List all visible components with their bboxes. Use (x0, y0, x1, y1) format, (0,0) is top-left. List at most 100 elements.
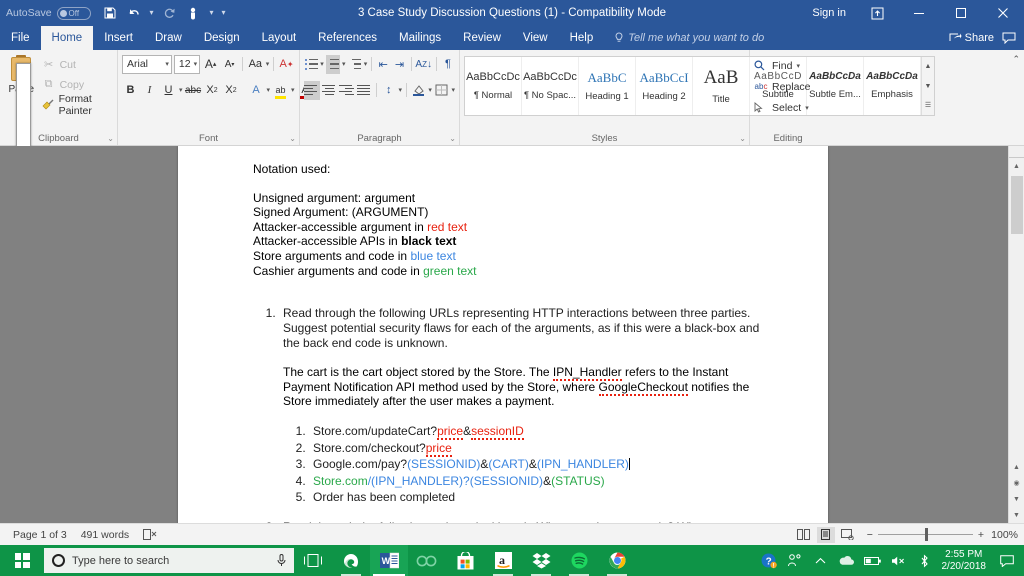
tab-references[interactable]: References (307, 26, 388, 50)
office-icon[interactable] (408, 545, 446, 576)
customize-qat-icon[interactable]: ▾ (219, 2, 229, 24)
autosave-toggle[interactable]: AutoSave Off (6, 6, 91, 20)
underline-button[interactable]: U (160, 81, 177, 100)
styles-dialog-launcher[interactable]: ⌄ (739, 134, 746, 143)
scroll-down-icon[interactable]: ▼ (1008, 507, 1024, 523)
touch-mode-icon[interactable] (183, 2, 205, 24)
scrollbar-thumb[interactable] (1010, 176, 1023, 234)
styles-gallery-scroll[interactable]: ▲ ▼ ☰ (921, 57, 934, 115)
numbering-dropdown-icon[interactable]: ▾ (342, 60, 346, 68)
dropbox-icon[interactable] (522, 545, 560, 576)
align-center-button[interactable] (321, 81, 338, 100)
align-right-button[interactable] (339, 81, 355, 100)
shading-dropdown-icon[interactable]: ▾ (428, 86, 432, 94)
page-indicator[interactable]: Page 1 of 3 (6, 529, 74, 541)
touch-mode-dropdown-icon[interactable]: ▾ (207, 2, 217, 24)
start-button[interactable] (0, 545, 44, 576)
find-button[interactable]: Find ▾ (754, 56, 822, 75)
styles-more-icon[interactable]: ☰ (922, 96, 934, 115)
spotify-icon[interactable] (560, 545, 598, 576)
word-icon[interactable]: W (370, 545, 408, 576)
zoom-slider[interactable]: − + (861, 528, 984, 541)
line-spacing-dropdown-icon[interactable]: ▾ (398, 86, 402, 94)
shading-button[interactable] (411, 81, 427, 100)
strikethrough-button[interactable]: abc (185, 81, 202, 100)
replace-button[interactable]: abc Replace (754, 77, 822, 96)
tell-me-search[interactable]: Tell me what you want to do (604, 26, 764, 50)
multilevel-dropdown-icon[interactable]: ▾ (364, 60, 368, 68)
action-center-icon[interactable] (994, 554, 1020, 567)
scroll-up-icon[interactable]: ▲ (1008, 158, 1024, 174)
select-button[interactable]: Select ▾ (754, 98, 822, 117)
highlight-dropdown-icon[interactable]: ▾ (291, 86, 295, 94)
print-layout-button[interactable] (816, 526, 835, 543)
underline-dropdown-icon[interactable]: ▾ (179, 86, 183, 94)
vertical-scrollbar[interactable]: ▲ ▲ ◉ ▼ ▼ (1008, 146, 1024, 523)
font-name-combo[interactable]: Arial ▾ (122, 54, 172, 74)
help-support-icon[interactable]: ?! (756, 545, 782, 576)
ribbon-display-options-icon[interactable] (856, 0, 898, 26)
decrease-indent-button[interactable]: ⇤ (376, 55, 390, 74)
style-title[interactable]: AaB Title (693, 57, 750, 115)
cut-button[interactable]: ✂ Cut (39, 56, 113, 73)
autosave-switch[interactable]: Off (56, 6, 91, 20)
align-left-button[interactable] (304, 80, 320, 100)
line-spacing-button[interactable]: ↕ (381, 81, 397, 100)
undo-icon[interactable] (123, 2, 145, 24)
style-heading-2[interactable]: AaBbCcI Heading 2 (636, 57, 693, 115)
paste-button[interactable]: Paste ▾ (4, 53, 39, 481)
tab-draw[interactable]: Draw (144, 26, 193, 50)
comments-icon[interactable] (1002, 32, 1016, 44)
tab-insert[interactable]: Insert (93, 26, 144, 50)
amazon-icon[interactable]: a (484, 545, 522, 576)
maximize-button[interactable] (940, 0, 982, 26)
redo-icon[interactable] (159, 2, 181, 24)
clear-formatting-icon[interactable]: A ✦ (278, 55, 295, 74)
onedrive-icon[interactable] (834, 545, 860, 576)
change-case-button[interactable]: Aa (247, 55, 264, 74)
minimize-button[interactable] (898, 0, 940, 26)
sign-in-button[interactable]: Sign in (802, 7, 856, 19)
italic-button[interactable]: I (141, 81, 158, 100)
cortana-mic-icon[interactable] (277, 554, 286, 567)
copy-button[interactable]: ⧉ Copy (39, 76, 113, 93)
tab-home[interactable]: Home (40, 26, 94, 50)
task-view-icon[interactable] (294, 545, 332, 576)
browse-object-icon[interactable]: ◉ (1008, 475, 1024, 491)
read-mode-button[interactable] (795, 527, 813, 543)
scroll-up-icon[interactable]: ▲ (922, 57, 934, 76)
text-highlight-button[interactable]: ab (272, 81, 289, 100)
google-chrome-icon[interactable] (598, 545, 636, 576)
subscript-button[interactable]: X2 (204, 81, 221, 100)
proofing-errors-icon[interactable] (136, 529, 164, 540)
bullets-button[interactable] (304, 55, 318, 74)
format-painter-button[interactable]: Format Painter (39, 93, 113, 117)
microsoft-store-icon[interactable] (446, 545, 484, 576)
bluetooth-icon[interactable] (912, 545, 938, 576)
split-window-handle[interactable] (1008, 146, 1024, 158)
bullets-dropdown-icon[interactable]: ▾ (320, 60, 324, 68)
superscript-button[interactable]: X2 (223, 81, 240, 100)
find-dropdown-icon[interactable]: ▾ (796, 62, 800, 70)
sort-button[interactable]: A Z ↓ (415, 55, 432, 74)
style-normal[interactable]: AaBbCcDc ¶ Normal (465, 57, 522, 115)
zoom-out-button[interactable]: − (867, 529, 873, 541)
tab-layout[interactable]: Layout (251, 26, 308, 50)
save-icon[interactable] (99, 2, 121, 24)
tab-view[interactable]: View (512, 26, 559, 50)
zoom-knob[interactable] (924, 528, 928, 541)
show-formatting-marks-button[interactable]: ¶ (441, 55, 455, 74)
grow-font-button[interactable]: A ▴ (202, 55, 219, 74)
tab-file[interactable]: File (0, 26, 41, 50)
tab-help[interactable]: Help (559, 26, 605, 50)
bold-button[interactable]: B (122, 81, 139, 100)
multilevel-list-button[interactable] (348, 55, 362, 74)
scroll-down-icon[interactable]: ▼ (922, 77, 934, 96)
next-page-icon[interactable]: ▼ (1008, 491, 1024, 507)
borders-button[interactable] (434, 81, 450, 100)
style-heading-1[interactable]: AaBbC Heading 1 (579, 57, 636, 115)
style-emphasis[interactable]: AaBbCcDa Emphasis (864, 57, 921, 115)
word-count[interactable]: 491 words (74, 529, 136, 541)
tab-mailings[interactable]: Mailings (388, 26, 452, 50)
clock[interactable]: 2:55 PM 2/20/2018 (938, 549, 995, 573)
